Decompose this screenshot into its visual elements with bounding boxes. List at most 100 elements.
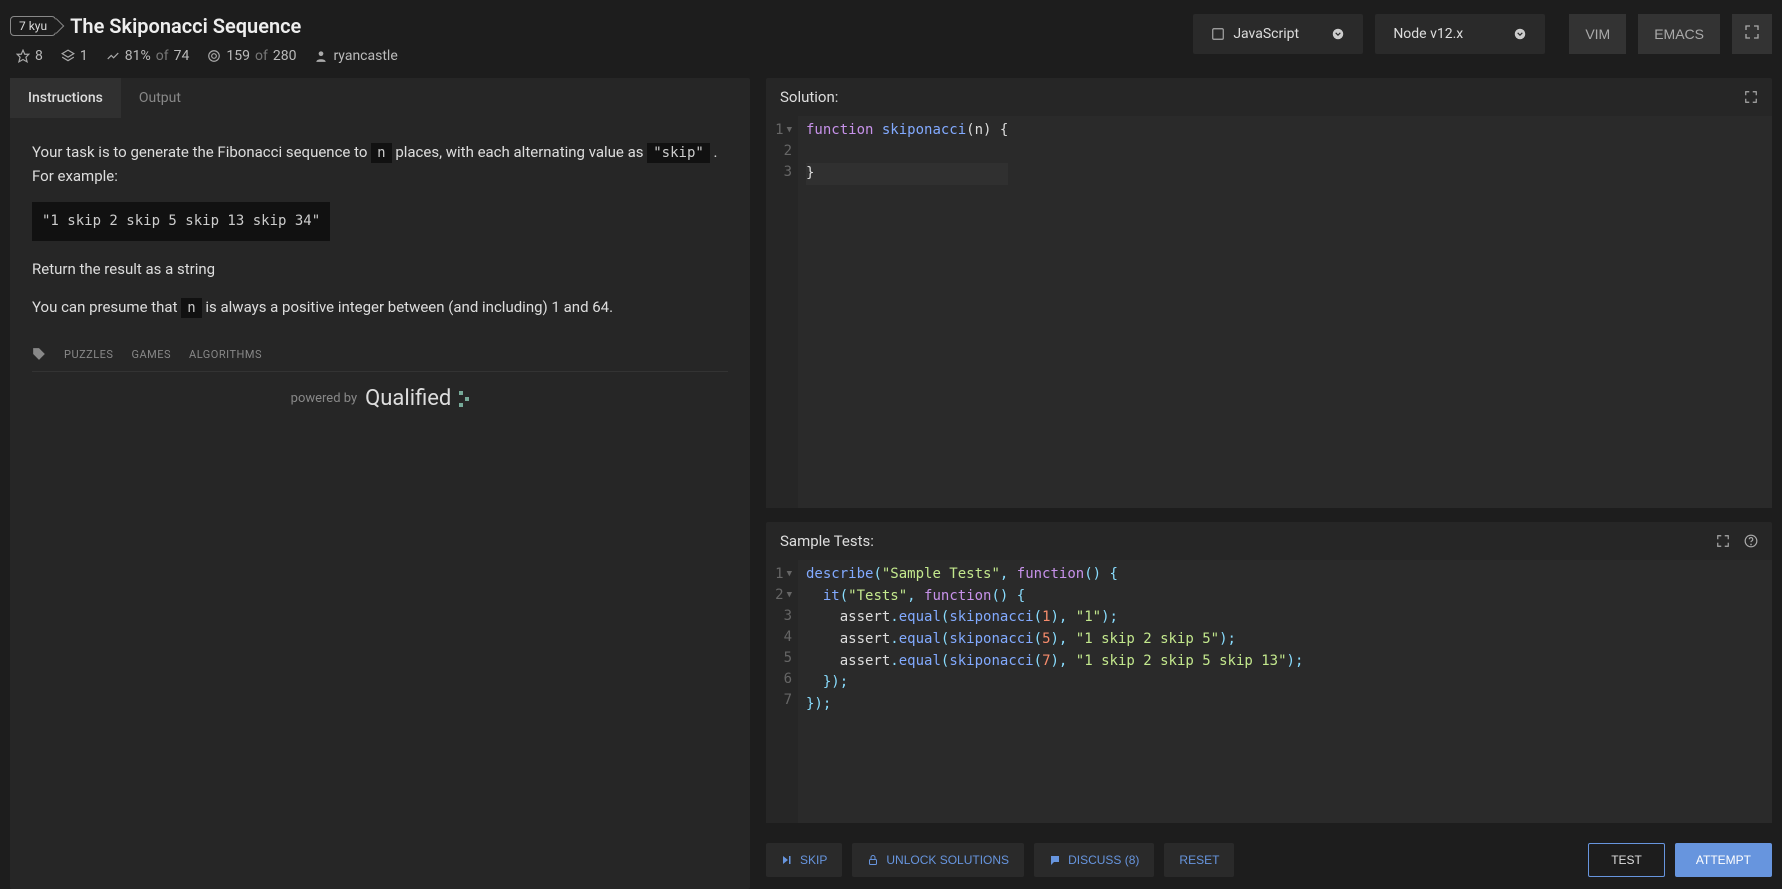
expand-icon[interactable] — [1716, 534, 1730, 548]
reset-button[interactable]: RESET — [1164, 843, 1234, 877]
reset-label: RESET — [1179, 853, 1219, 867]
inline-code: n — [181, 298, 201, 318]
line-number: 1 — [775, 120, 783, 142]
skip-button[interactable]: SKIP — [766, 843, 842, 877]
brand-icon — [459, 391, 469, 407]
code-area[interactable]: function skiponacci(n) { } — [798, 116, 1016, 508]
bookmarks-count: 8 — [35, 48, 43, 64]
satisfaction-pct: 81% — [125, 48, 151, 64]
language-dropdown[interactable]: JavaScript — [1193, 14, 1363, 54]
tab-output[interactable]: Output — [121, 78, 199, 118]
gutter: 1 ▼ 2 3 — [766, 116, 798, 508]
tests-title: Sample Tests: — [780, 532, 874, 550]
lock-icon — [867, 854, 879, 866]
user-icon — [314, 49, 328, 63]
author-name: ryancastle — [333, 48, 397, 64]
satisfaction-total: 74 — [174, 48, 190, 64]
stat-satisfaction[interactable]: 81% of 74 — [106, 48, 190, 64]
desc-text: Your task is to generate the Fibonacci s… — [32, 143, 371, 161]
chevron-down-icon — [1513, 27, 1527, 41]
solution-panel: Solution: 1 ▼ 2 3 function skiponacci(n) … — [766, 78, 1772, 508]
action-bar: SKIP UNLOCK SOLUTIONS DISCUSS (8) RESET — [766, 837, 1772, 889]
language-label: JavaScript — [1233, 26, 1299, 42]
attempt-button[interactable]: ATTEMPT — [1675, 843, 1772, 877]
stats-row: 8 1 81% of 74 — [10, 48, 398, 64]
stat-bookmarks[interactable]: 8 — [16, 48, 43, 64]
gutter: 1 ▼ 2 ▼ 3 4 5 6 7 — [766, 560, 798, 823]
kata-title: The Skiponacci Sequence — [70, 14, 301, 38]
skip-icon — [781, 854, 793, 866]
tags-row: PUZZLES GAMES ALGORITHMS — [10, 333, 750, 371]
star-icon — [16, 49, 30, 63]
chart-icon — [106, 49, 120, 63]
tag-icon — [32, 347, 46, 361]
of-label-2: of — [255, 48, 268, 64]
powered-label: powered by — [291, 391, 358, 406]
unlock-button[interactable]: UNLOCK SOLUTIONS — [852, 843, 1024, 877]
solution-editor[interactable]: 1 ▼ 2 3 function skiponacci(n) { } — [766, 116, 1772, 508]
header: 7 kyu The Skiponacci Sequence 8 1 — [10, 8, 1772, 64]
line-number: 3 — [784, 606, 792, 628]
fold-icon[interactable]: ▼ — [787, 124, 792, 138]
emacs-button[interactable]: EMACS — [1638, 14, 1720, 54]
powered-by: powered by Qualified — [10, 372, 750, 431]
tests-panel: Sample Tests: 1 ▼ 2 ▼ 3 — [766, 522, 1772, 823]
code-token: skiponacci — [882, 122, 966, 138]
completed-total: 280 — [273, 48, 297, 64]
layers-icon — [61, 49, 75, 63]
line-number: 7 — [784, 690, 792, 712]
discuss-label: DISCUSS (8) — [1068, 853, 1139, 867]
stat-completed[interactable]: 159 of 280 — [207, 48, 296, 64]
comment-icon — [1049, 854, 1061, 866]
completed-count: 159 — [226, 48, 250, 64]
of-label: of — [156, 48, 169, 64]
powered-brand[interactable]: Qualified — [365, 386, 451, 411]
target-icon — [207, 49, 221, 63]
stat-collections[interactable]: 1 — [61, 48, 88, 64]
stat-author[interactable]: ryancastle — [314, 48, 397, 64]
expand-icon — [1744, 24, 1760, 40]
tabs: Instructions Output — [10, 78, 750, 118]
tag-item[interactable]: GAMES — [131, 348, 171, 361]
description-body: Your task is to generate the Fibonacci s… — [10, 118, 750, 333]
desc-text: Return the result as a string — [32, 257, 728, 281]
expand-icon[interactable] — [1744, 90, 1758, 104]
fold-icon[interactable]: ▼ — [787, 568, 792, 582]
line-number: 5 — [784, 648, 792, 670]
tests-editor[interactable]: 1 ▼ 2 ▼ 3 4 5 6 7 describe("Sample Tests",… — [766, 560, 1772, 823]
discuss-button[interactable]: DISCUSS (8) — [1034, 843, 1154, 877]
desc-text: places, with each alternating value as — [392, 143, 648, 161]
skip-label: SKIP — [800, 853, 827, 867]
example-code: "1 skip 2 skip 5 skip 13 skip 34" — [32, 202, 330, 240]
line-number: 3 — [784, 162, 792, 184]
code-area[interactable]: describe("Sample Tests", function() { it… — [798, 560, 1311, 823]
test-button[interactable]: TEST — [1588, 843, 1665, 877]
code-token: } — [806, 165, 814, 181]
line-number: 2 — [784, 141, 792, 163]
fold-icon[interactable]: ▼ — [787, 589, 792, 603]
unlock-label: UNLOCK SOLUTIONS — [886, 853, 1009, 867]
collections-count: 1 — [80, 48, 88, 64]
version-dropdown[interactable]: Node v12.x — [1375, 14, 1545, 54]
line-number: 4 — [784, 627, 792, 649]
fullscreen-button[interactable] — [1732, 14, 1772, 54]
desc-text: You can presume that — [32, 298, 181, 316]
solution-title: Solution: — [780, 88, 838, 106]
line-number: 6 — [784, 669, 792, 691]
desc-text: is always a positive integer between (an… — [202, 298, 613, 316]
kyu-badge: 7 kyu — [10, 16, 56, 36]
line-number: 1 — [775, 564, 783, 586]
inline-code: "skip" — [647, 143, 710, 163]
version-label: Node v12.x — [1393, 26, 1463, 42]
tab-instructions[interactable]: Instructions — [10, 78, 121, 118]
tag-item[interactable]: ALGORITHMS — [189, 348, 262, 361]
code-token: function — [806, 122, 873, 138]
tag-item[interactable]: PUZZLES — [64, 348, 113, 361]
help-icon[interactable] — [1744, 534, 1758, 548]
line-number: 2 — [775, 585, 783, 607]
vim-button[interactable]: VIM — [1569, 14, 1626, 54]
inline-code: n — [371, 143, 391, 163]
chevron-down-icon — [1331, 27, 1345, 41]
js-icon — [1211, 27, 1225, 41]
code-token: (n) { — [966, 122, 1008, 138]
